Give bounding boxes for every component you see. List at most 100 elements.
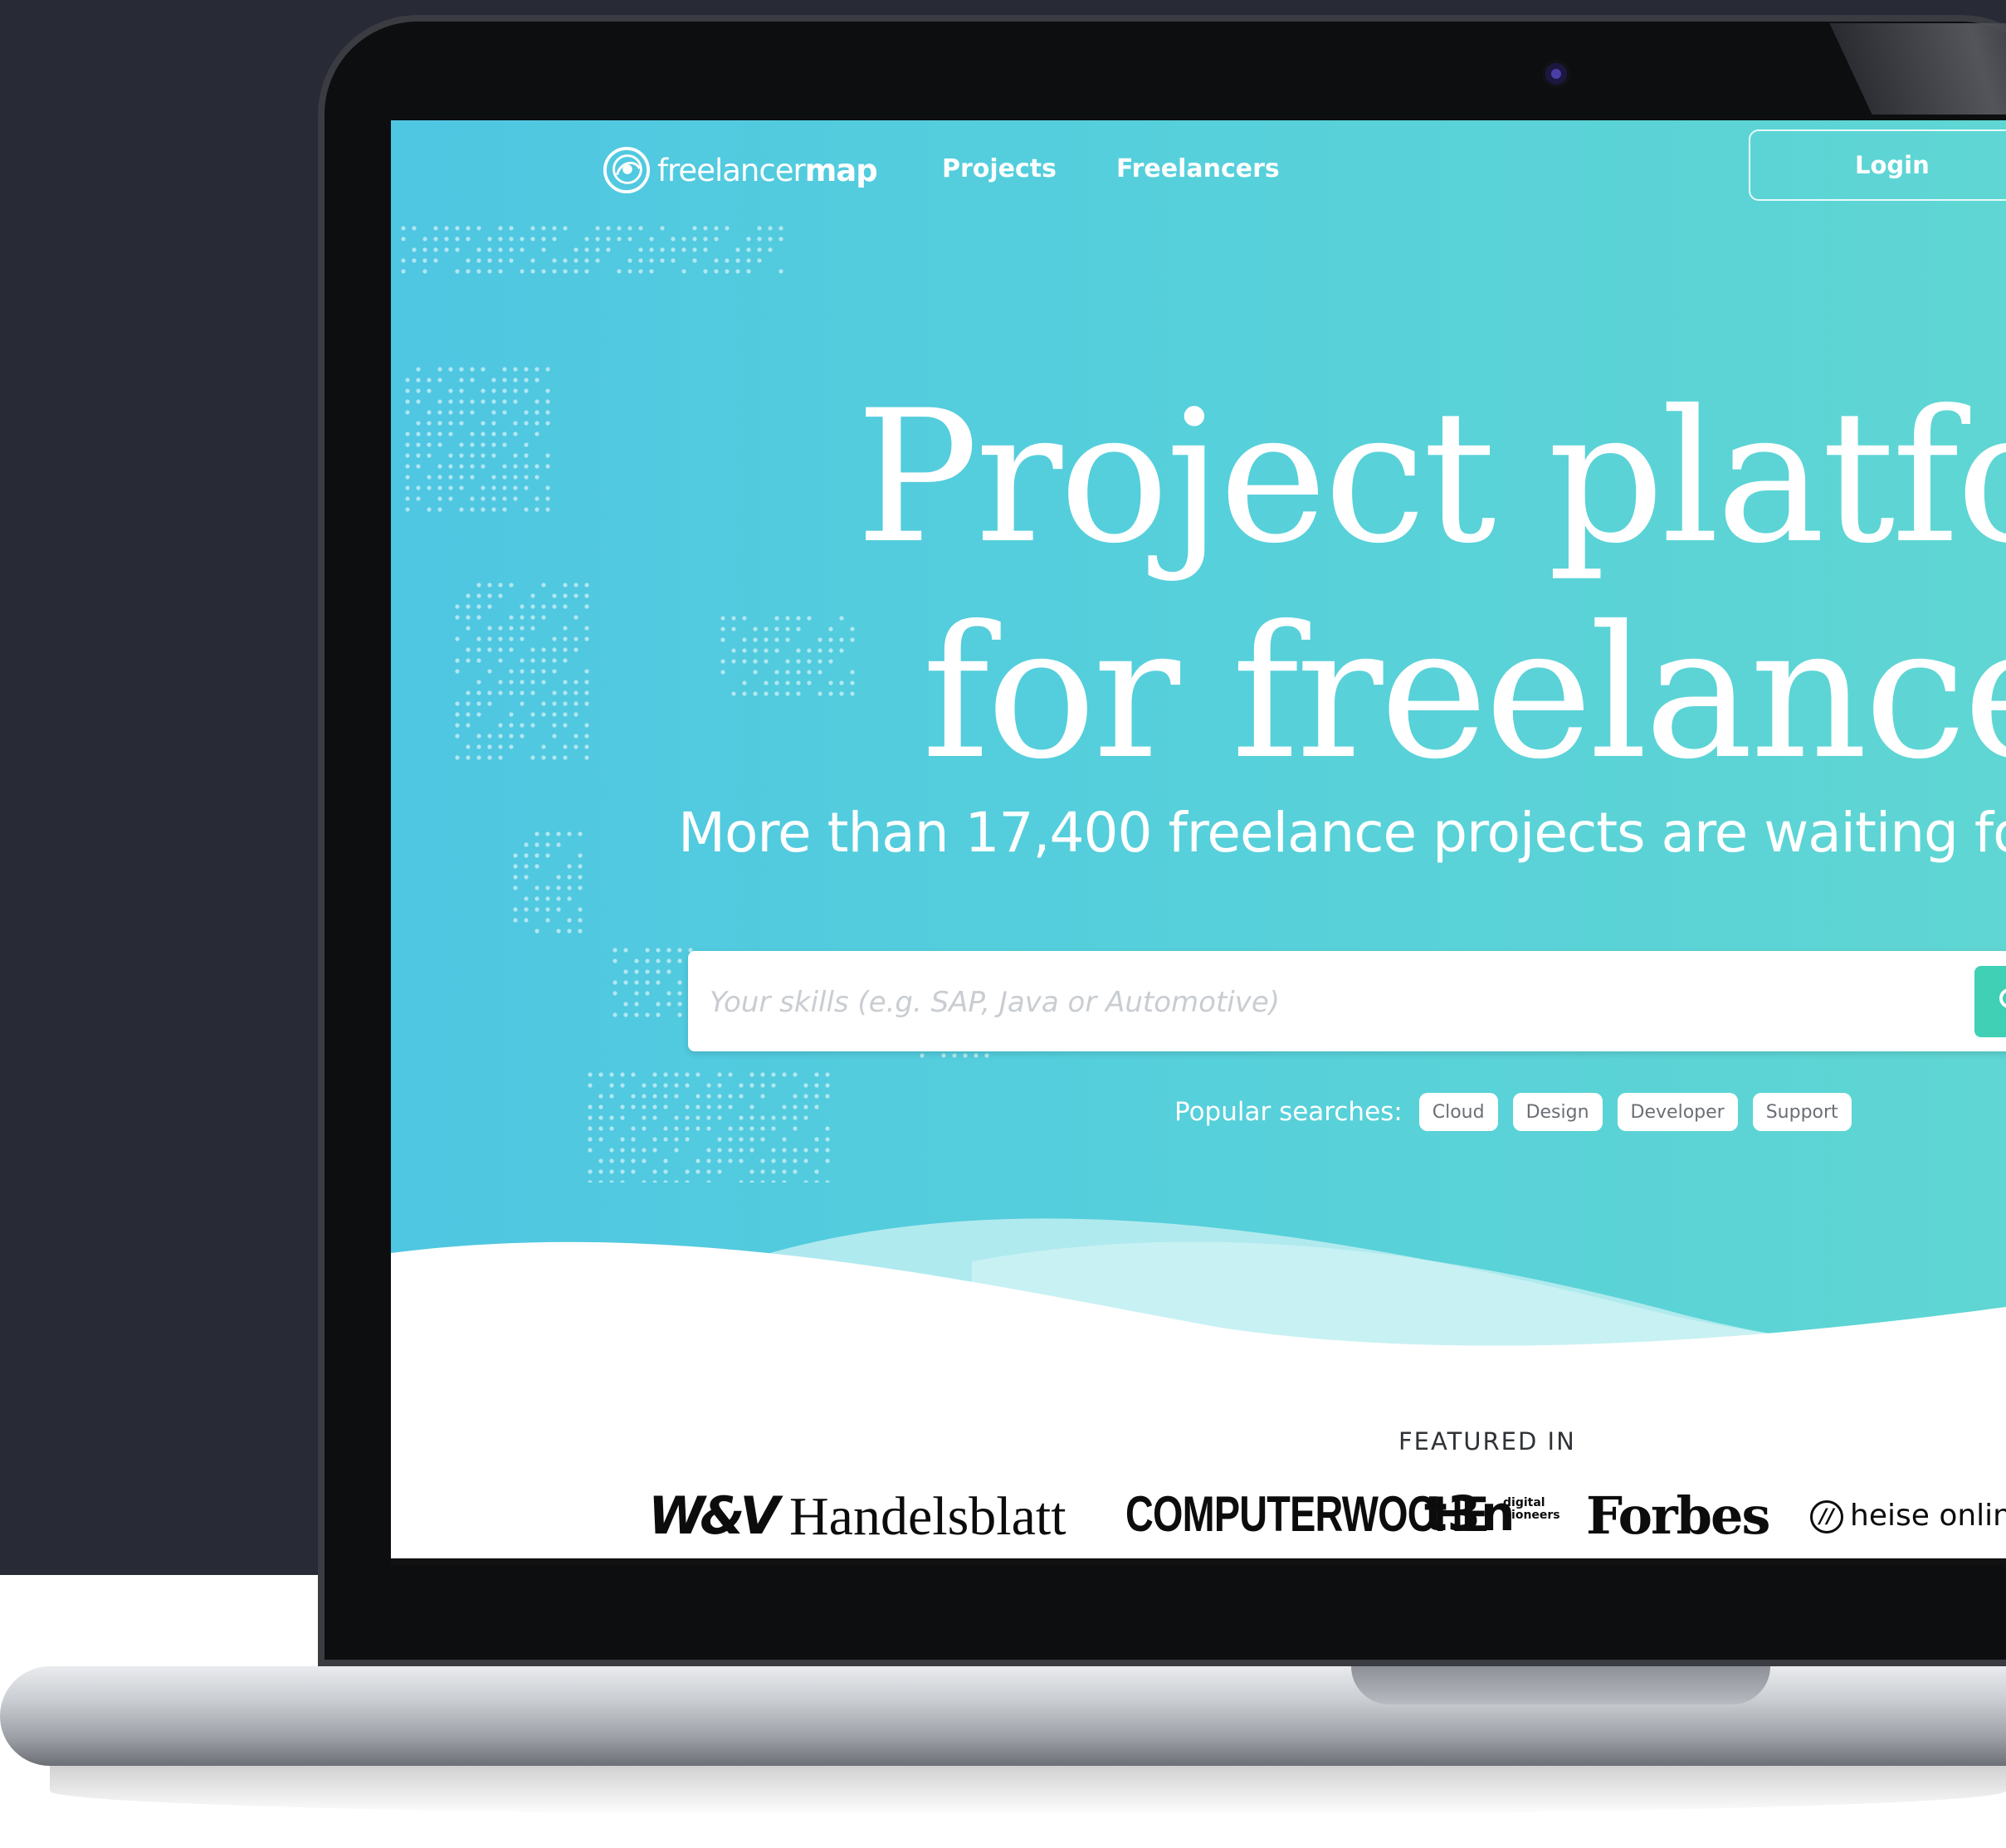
map-dot (620, 1137, 625, 1142)
map-dot (731, 659, 736, 664)
map-dot (609, 1115, 614, 1120)
map-dot (828, 680, 833, 685)
map-dot (552, 658, 557, 663)
map-dot (433, 236, 438, 241)
map-dot (520, 690, 525, 695)
map-dot (466, 647, 471, 652)
map-dot (623, 980, 628, 985)
map-dot (481, 464, 486, 469)
skills-search-input[interactable] (708, 951, 1956, 1053)
t3n-sub-line2: pioneers (1503, 1509, 1560, 1522)
map-dot (714, 269, 719, 274)
map-dot (793, 1169, 798, 1174)
map-dot (513, 864, 518, 869)
map-dot (785, 627, 790, 631)
map-dot (598, 1137, 603, 1142)
map-dot (753, 659, 758, 664)
popular-tag-design[interactable]: Design (1512, 1093, 1603, 1131)
map-dot (606, 247, 611, 252)
map-dot (656, 948, 661, 953)
map-dot (509, 680, 514, 685)
map-dot (749, 1115, 754, 1120)
map-dot (563, 593, 568, 598)
map-dot (706, 1169, 711, 1174)
map-dot (588, 1126, 593, 1131)
map-dot (513, 875, 518, 880)
map-dot (598, 1072, 603, 1077)
map-dot (416, 442, 421, 447)
nav-freelancers-link[interactable]: Freelancers (1116, 145, 1280, 193)
map-dot (481, 367, 486, 372)
map-dot (768, 236, 773, 241)
map-dot (476, 701, 481, 706)
login-button[interactable]: Login (1749, 129, 2006, 201)
map-dot (509, 615, 514, 620)
popular-tag-cloud[interactable]: Cloud (1418, 1093, 1498, 1131)
map-dot (807, 616, 812, 621)
map-dot (793, 1158, 798, 1163)
map-dot (491, 453, 496, 458)
map-dot (620, 1104, 625, 1109)
map-dot (416, 496, 421, 501)
map-dot (455, 236, 460, 241)
map-dot (620, 1083, 625, 1088)
map-dot (796, 659, 801, 664)
map-dot (545, 507, 550, 512)
map-dot (552, 669, 557, 674)
map-dot (796, 691, 801, 696)
freelancermap-logo[interactable]: freelancermap (603, 137, 878, 203)
map-dot (491, 421, 496, 426)
map-dot (466, 658, 471, 663)
map-dot (814, 1083, 819, 1088)
map-dot (803, 1094, 808, 1099)
map-dot (520, 626, 525, 631)
map-dot (764, 627, 769, 631)
nav-projects-link[interactable]: Projects (942, 145, 1057, 193)
search-icon (1995, 984, 2006, 1020)
map-dot (771, 1115, 776, 1120)
map-dot (595, 247, 600, 252)
map-dot (513, 388, 518, 393)
map-dot (491, 496, 496, 501)
map-dot (728, 1072, 733, 1077)
map-dot (753, 627, 758, 631)
map-dot (448, 367, 453, 372)
map-dot (481, 388, 486, 393)
map-dot (631, 1094, 636, 1099)
map-dot (405, 442, 410, 447)
map-dot (573, 269, 578, 274)
map-dot (627, 236, 632, 241)
map-dot (470, 464, 475, 469)
map-dot (728, 1148, 733, 1153)
map-dot (584, 734, 589, 739)
map-dot (530, 604, 535, 609)
map-dot (416, 378, 421, 383)
map-dot (584, 236, 589, 241)
map-dot (642, 1083, 647, 1088)
map-dot (696, 1126, 700, 1131)
map-dot (631, 1104, 636, 1109)
map-dot (674, 1137, 679, 1142)
map-dot (796, 648, 801, 653)
map-dot (563, 604, 568, 609)
map-dot (534, 842, 539, 847)
map-dot (401, 226, 406, 231)
map-dot (509, 669, 514, 674)
popular-tag-support[interactable]: Support (1752, 1093, 1852, 1131)
map-dot (588, 1083, 593, 1088)
popular-tag-developer[interactable]: Developer (1617, 1093, 1738, 1131)
map-dot (513, 378, 518, 383)
map-dot (725, 226, 730, 231)
map-dot (466, 226, 471, 231)
map-dot (706, 1104, 711, 1109)
map-dot (545, 496, 550, 501)
map-dot (481, 421, 486, 426)
map-dot (534, 496, 539, 501)
search-button[interactable] (1974, 966, 2006, 1037)
map-dot (588, 1104, 593, 1109)
map-dot (774, 616, 779, 621)
map-dot (498, 583, 503, 588)
map-dot (412, 247, 417, 252)
map-dot (563, 690, 568, 695)
map-dot (920, 1053, 925, 1058)
